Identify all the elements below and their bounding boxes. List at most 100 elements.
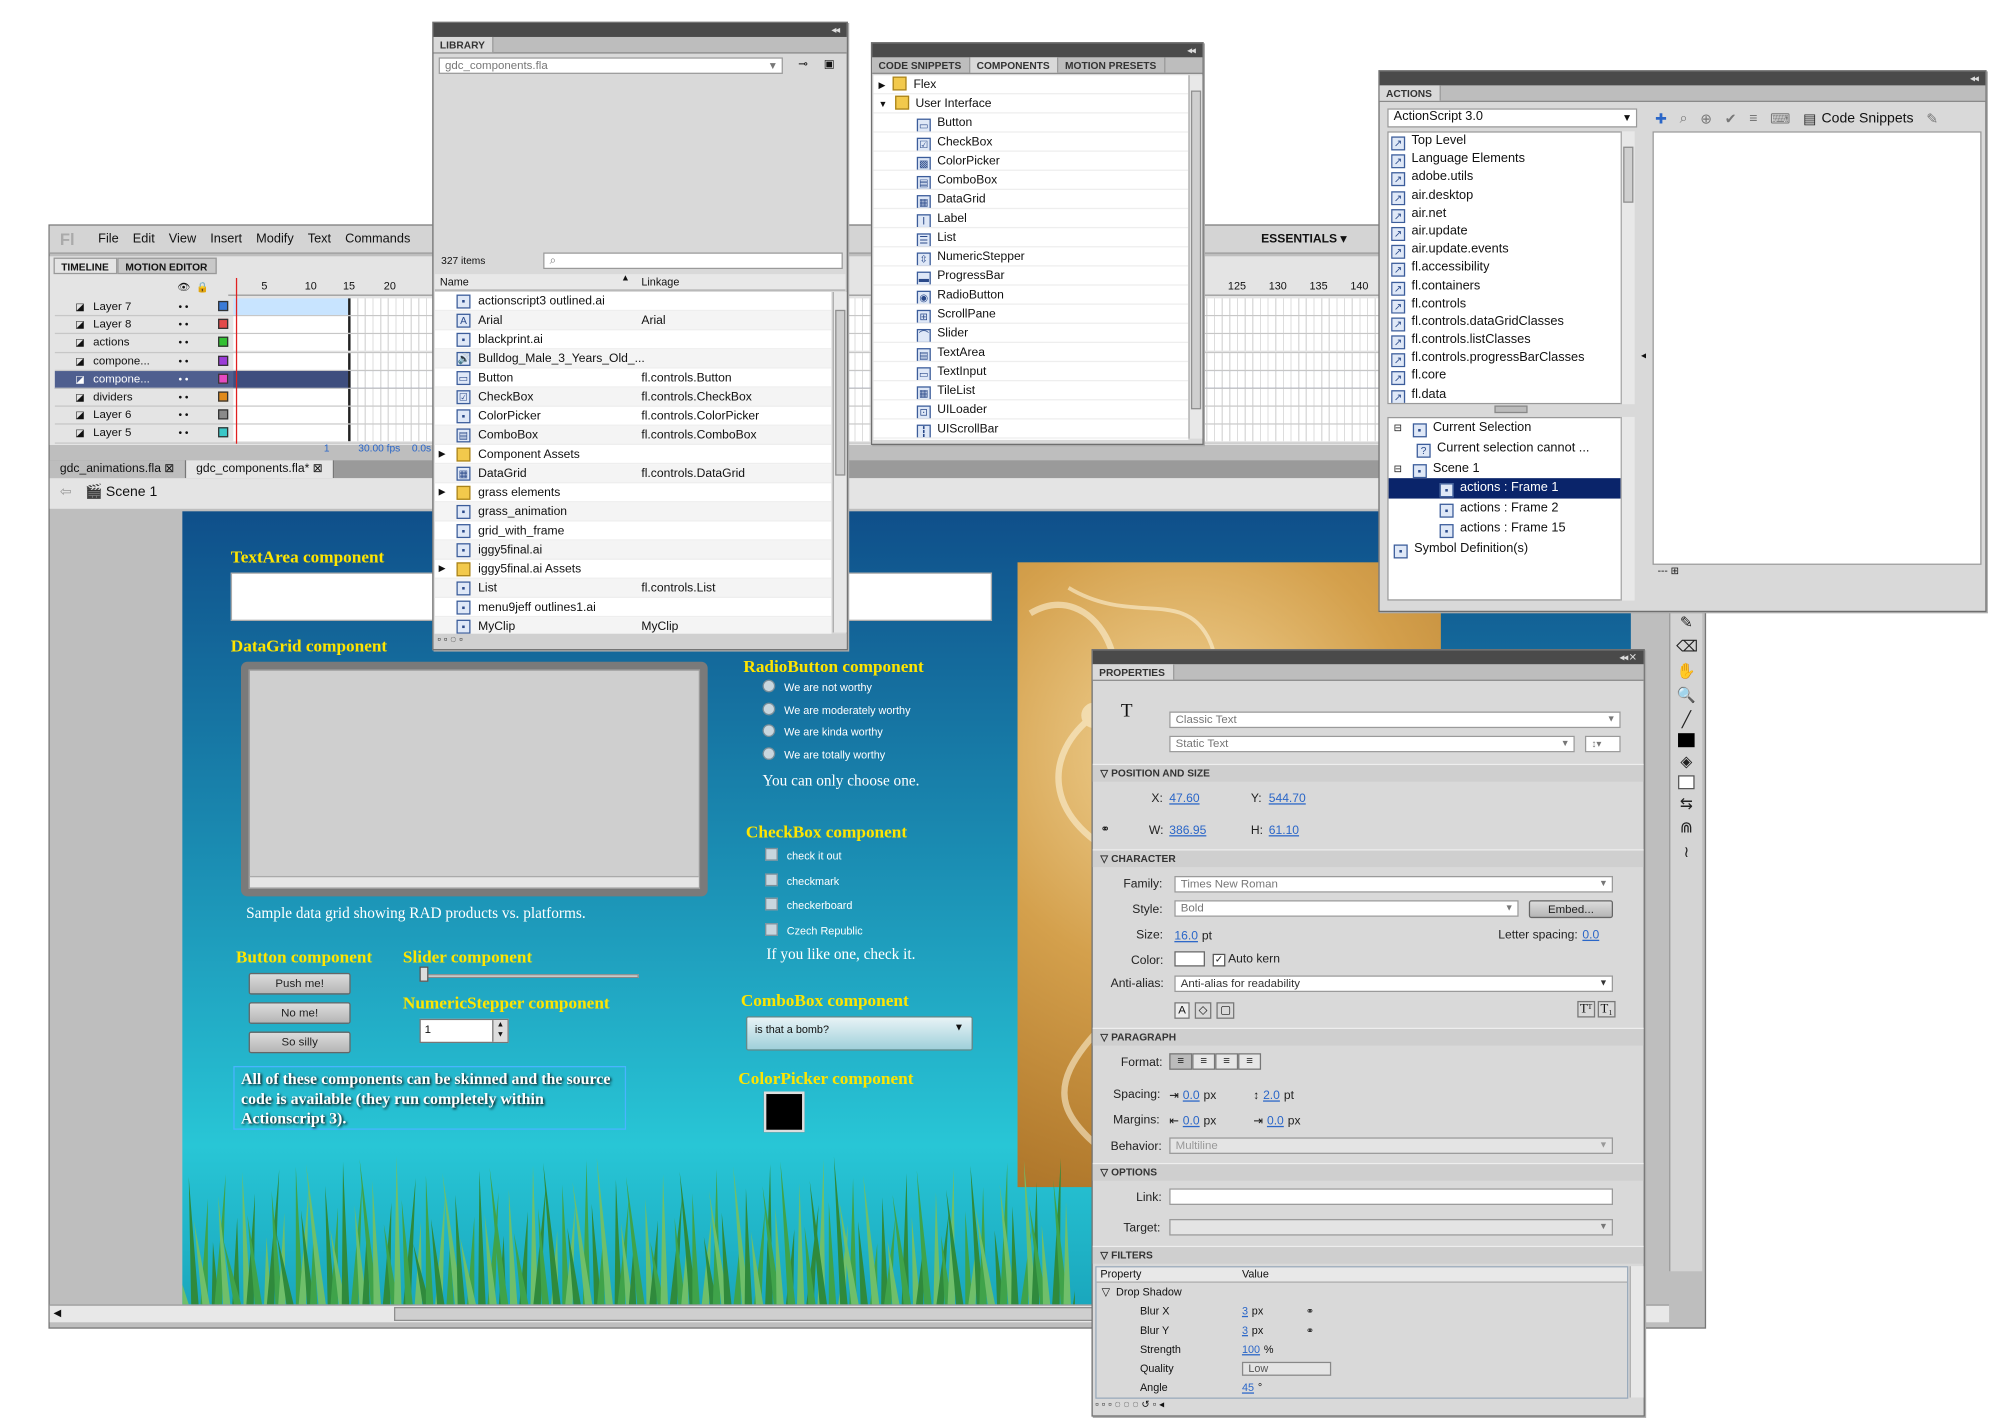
checkbox-icon[interactable] — [765, 922, 778, 936]
size-value[interactable]: 16.0 — [1174, 930, 1198, 944]
layer-color-swatch[interactable] — [218, 337, 229, 348]
fill-swatch-icon[interactable] — [1678, 733, 1695, 748]
new-symbol-icon[interactable]: ▫ — [437, 634, 441, 645]
library-file-select[interactable]: gdc_components.fla ▼ — [438, 57, 783, 74]
options-section[interactable]: ▽ OPTIONS — [1092, 1162, 1644, 1181]
radio-icon[interactable] — [762, 679, 776, 693]
component-folder[interactable]: ▼ User Interface — [873, 94, 1189, 114]
visibility-dots[interactable]: • • — [179, 371, 189, 388]
h-value[interactable]: 61.10 — [1269, 824, 1299, 838]
tab-motion-editor[interactable]: MOTION EDITOR — [117, 257, 217, 275]
collapse-box-icon[interactable]: ⊟ — [1394, 462, 1403, 473]
subscript-icon[interactable]: T₁ — [1597, 1000, 1616, 1018]
layer-color-swatch[interactable] — [218, 373, 229, 384]
panel-titlebar[interactable]: ◂◂ ✕ — [1092, 650, 1644, 665]
checkbox-option[interactable]: Czech Republic — [765, 922, 863, 948]
expand-arrow-icon[interactable]: ▶ — [439, 483, 446, 501]
library-item[interactable]: ▶ grass elements — [434, 483, 832, 503]
checkbox-option[interactable]: checkerboard — [765, 897, 863, 923]
close-icon[interactable]: ⊠ — [313, 462, 323, 476]
component-item[interactable]: ┇ UIScrollBar — [873, 420, 1189, 439]
align-left-icon[interactable]: ≡ — [1169, 1053, 1193, 1070]
menu-item[interactable]: Edit — [133, 232, 155, 246]
checkbox-icon[interactable] — [765, 897, 778, 911]
component-item[interactable]: ◉ RadioButton — [873, 286, 1189, 305]
behavior-select[interactable]: Multiline ▼ — [1169, 1137, 1614, 1154]
layer-color-swatch[interactable] — [218, 319, 229, 330]
menu-item[interactable]: File — [98, 232, 119, 246]
library-scrollbar[interactable] — [832, 291, 847, 633]
component-item[interactable]: ▦ TileList — [873, 381, 1189, 401]
filter-row[interactable]: Quality Low — [1097, 1359, 1627, 1378]
checkbox-checked-icon[interactable]: ✓ — [1212, 953, 1226, 967]
visibility-dots[interactable]: • • — [179, 425, 189, 442]
properties-icon[interactable]: ◌ — [450, 634, 456, 645]
menu-item[interactable]: Commands — [345, 232, 410, 246]
component-item[interactable]: ▬ ProgressBar — [873, 266, 1189, 286]
playhead[interactable] — [235, 277, 238, 444]
filter-number[interactable]: 45 — [1242, 1381, 1254, 1394]
swap-colors-icon[interactable]: ⇆ — [1676, 793, 1696, 813]
embed-button[interactable]: Embed... — [1528, 900, 1614, 919]
link-icon[interactable]: ⚭ — [1306, 1321, 1315, 1340]
text-engine-select[interactable]: Classic Text ▼ — [1169, 711, 1621, 729]
close-icon[interactable]: ⊠ — [164, 462, 174, 476]
new-folder-icon[interactable]: ▫ — [444, 634, 448, 645]
library-item[interactable]: ▪ iggy5final.ai — [434, 540, 832, 560]
zoom-icon[interactable]: 🔍 — [1676, 685, 1696, 705]
filter-number[interactable]: 100 — [1242, 1343, 1260, 1356]
checkbox-icon[interactable] — [765, 872, 778, 886]
tab-properties[interactable]: PROPERTIES — [1092, 664, 1174, 680]
wrench-icon[interactable]: ✎ — [1926, 110, 1938, 127]
component-item[interactable]: ▭ Button — [873, 113, 1189, 133]
filters-section[interactable]: ▽ FILTERS — [1092, 1245, 1644, 1264]
filter-row[interactable]: Strength 100% — [1097, 1340, 1627, 1359]
navigator-item[interactable]: ⊟ ▪ Current Selection — [1389, 418, 1621, 438]
toolbox-item[interactable]: ↗ air.desktop — [1391, 187, 1621, 205]
visibility-dots[interactable]: • • — [179, 298, 189, 315]
navigator-item[interactable]: ▪ actions : Frame 1 — [1388, 478, 1621, 499]
pin-icon[interactable]: ⊸ — [798, 57, 808, 71]
letter-spacing-value[interactable]: 0.0 — [1582, 928, 1599, 942]
tab-motion-presets[interactable]: MOTION PRESETS — [1059, 57, 1166, 73]
stepper-arrows[interactable]: ▲ ▼ — [492, 1020, 508, 1042]
radio-icon[interactable] — [762, 701, 776, 715]
code-hint-icon[interactable]: ⌨ — [1770, 110, 1790, 127]
library-item[interactable]: ▦ DataGrid fl.controls.DataGrid — [434, 464, 832, 484]
library-item[interactable]: ☑ CheckBox fl.controls.CheckBox — [434, 387, 832, 407]
toolbox-item[interactable]: ↗ fl.controls.listClasses — [1391, 332, 1621, 350]
components-scrollbar[interactable] — [1188, 75, 1203, 439]
white-swatch-icon[interactable] — [1678, 775, 1695, 790]
target-icon[interactable]: ⊕ — [1700, 110, 1712, 127]
visibility-dots[interactable]: • • — [179, 316, 189, 333]
library-item[interactable]: 🔊 Bulldog_Male_3_Years_Old_... — [434, 349, 832, 369]
slider-track[interactable] — [422, 974, 639, 979]
menu-item[interactable]: View — [169, 232, 196, 246]
pin-script-icon[interactable]: ⊞ — [1671, 565, 1680, 576]
layer-color-swatch[interactable] — [218, 409, 229, 420]
toolbox-item[interactable]: ↗ air.update.events — [1391, 241, 1621, 260]
library-item[interactable]: ▪ menu9jeff outlines1.ai — [434, 598, 832, 618]
library-item[interactable]: ▤ ComboBox fl.controls.ComboBox — [434, 425, 832, 446]
component-item[interactable]: ▩ ColorPicker — [873, 152, 1189, 171]
panel-titlebar[interactable]: ◂◂ — [872, 43, 1203, 58]
menu-item[interactable]: Modify — [256, 232, 294, 246]
right-margin-value[interactable]: 0.0 — [1267, 1114, 1284, 1128]
layer-frames[interactable] — [233, 406, 351, 424]
scroll-thumb[interactable] — [835, 309, 846, 476]
layer-color-swatch[interactable] — [218, 355, 229, 366]
scene-label[interactable]: Scene 1 — [106, 485, 157, 500]
filter-number[interactable]: 3 — [1242, 1324, 1248, 1337]
library-item[interactable]: ▭ Button fl.controls.Button — [434, 369, 832, 388]
component-item[interactable]: ☰ List — [873, 228, 1189, 248]
navigator-item[interactable]: ▪ actions : Frame 15 — [1389, 519, 1621, 539]
library-item[interactable]: ▪ actionscript3 outlined.ai — [434, 292, 832, 312]
navigator-item[interactable]: ⊟ ▪ Scene 1 — [1389, 459, 1621, 479]
paint-bucket-icon[interactable]: ◈ — [1676, 751, 1696, 771]
library-item[interactable]: A Arial Arial — [434, 311, 832, 331]
filter-value[interactable]: 100% — [1242, 1340, 1274, 1359]
eraser-icon[interactable]: ⌫ — [1676, 636, 1698, 656]
script-editor[interactable] — [1652, 131, 1982, 565]
scroll-left-icon[interactable]: ◀ — [54, 1307, 62, 1318]
push-me-button[interactable]: Push me! — [248, 972, 351, 995]
